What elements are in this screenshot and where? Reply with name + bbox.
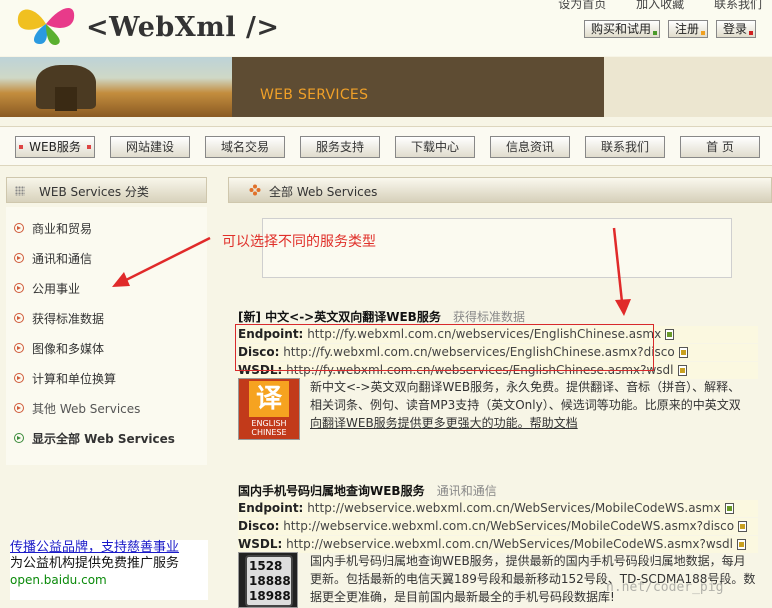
highlight-box: [235, 324, 654, 371]
set-homepage-link[interactable]: 设为首页: [558, 0, 606, 11]
category-communications[interactable]: 通讯和通信: [14, 249, 92, 267]
arrow-bullet-icon: [14, 283, 24, 293]
category-show-all[interactable]: 显示全部 Web Services: [14, 429, 175, 447]
document-icon[interactable]: [738, 521, 748, 532]
banner: WEB SERVICES: [0, 57, 772, 117]
disco-row: Disco: http://webservice.webxml.com.cn/W…: [238, 518, 758, 535]
nav-domain-trading[interactable]: 域名交易: [205, 136, 285, 158]
nav-service-support[interactable]: 服务支持: [300, 136, 380, 158]
translation-thumbnail[interactable]: 译 ENGLISH CHINESE: [238, 378, 300, 440]
desc-line: 国内手机号码归属地查询WEB服务，提供最新的国内手机号码段归属地数据，每月: [310, 554, 746, 568]
nav-home[interactable]: 首 页: [680, 136, 760, 158]
contact-link[interactable]: 联系我们: [714, 0, 762, 11]
category-business-trade[interactable]: 商业和贸易: [14, 219, 92, 237]
endpoint-url[interactable]: http://webservice.webxml.com.cn/WebServi…: [307, 501, 720, 515]
site-logo-text[interactable]: <WebXml />: [86, 12, 279, 43]
buy-trial-button[interactable]: 购买和试用: [583, 20, 660, 38]
sidebar-title: WEB Services 分类: [39, 185, 149, 199]
category-image-multimedia[interactable]: 图像和多媒体: [14, 339, 104, 357]
thumb-line2: CHINESE: [251, 428, 287, 437]
category-calculation-units[interactable]: 计算和单位换算: [14, 369, 116, 387]
disco-url[interactable]: http://webservice.webxml.com.cn/WebServi…: [283, 519, 734, 533]
login-button[interactable]: 登录: [715, 20, 756, 38]
category-public-utilities[interactable]: 公用事业: [14, 279, 80, 297]
nav-website-building[interactable]: 网站建设: [110, 136, 190, 158]
top-links: 设为首页 加入收藏 联系我们: [532, 0, 762, 12]
service-card-mobile-code: 国内手机号码归属地查询WEB服务 通讯和通信 Endpoint: http://…: [238, 482, 758, 608]
wsdl-label: WSDL:: [238, 537, 283, 551]
service-description: 新中文<->英文双向翻译WEB服务，永久免费。提供翻译、音标（拼音）、解释、 相…: [310, 378, 760, 432]
category-label: 通讯和通信: [32, 251, 93, 266]
arrow-bullet-icon: [14, 253, 24, 263]
wsdl-row: WSDL: http://webservice.webxml.com.cn/We…: [238, 536, 758, 553]
endpoint-label: Endpoint:: [238, 501, 304, 515]
add-favorite-link[interactable]: 加入收藏: [636, 0, 684, 11]
main-title: 全部 Web Services: [269, 185, 378, 199]
category-label: 计算和单位换算: [32, 371, 117, 386]
nav-contact-us[interactable]: 联系我们: [585, 136, 665, 158]
arrow-bullet-icon: [14, 313, 24, 323]
thumb-line2: 18888: [249, 574, 291, 588]
register-button[interactable]: 注册: [667, 20, 708, 38]
thumb-line1: 1528: [249, 559, 283, 573]
document-icon[interactable]: [736, 539, 746, 550]
document-icon[interactable]: [677, 365, 687, 376]
category-sidebar: 商业和贸易 通讯和通信 公用事业 获得标准数据 图像和多媒体 计算和单位换算 其…: [6, 207, 207, 465]
document-icon[interactable]: [724, 503, 734, 514]
nav-web-services[interactable]: WEB服务: [15, 136, 95, 158]
main-header: 全部 Web Services: [228, 177, 772, 203]
category-label: 获得标准数据: [32, 311, 105, 326]
top-buttons: 购买和试用 注册 登录: [583, 20, 756, 38]
banner-title: WEB SERVICES: [260, 87, 369, 103]
phone-icon: 1528 18888 18988: [245, 555, 293, 607]
document-icon[interactable]: [665, 329, 675, 340]
service-title[interactable]: 国内手机号码归属地查询WEB服务: [238, 484, 425, 498]
ad-text: 为公益机构提供免费推广服务: [10, 556, 180, 571]
service-title[interactable]: [新] 中文<->英文双向翻译WEB服务: [238, 310, 441, 324]
service-category[interactable]: 通讯和通信: [437, 484, 497, 498]
sidebar-header: WEB Services 分类: [6, 177, 207, 203]
header: <WebXml /> 设为首页 加入收藏 联系我们 购买和试用 注册 登录: [0, 0, 772, 56]
disco-label: Disco:: [238, 519, 280, 533]
thumb-line3: 18988: [249, 589, 291, 603]
phone-thumbnail[interactable]: 1528 18888 18988: [238, 552, 298, 608]
service-title-row: 国内手机号码归属地查询WEB服务 通讯和通信: [238, 482, 758, 500]
baidu-ad: 传播公益品牌，支持慈善事业 为公益机构提供免费推广服务 open.baidu.c…: [10, 540, 208, 600]
nav-download-center[interactable]: 下载中心: [395, 136, 475, 158]
endpoint-row: Endpoint: http://webservice.webxml.com.c…: [238, 500, 758, 517]
service-description: 国内手机号码归属地查询WEB服务，提供最新的国内手机号码段归属地数据，每月 更新…: [310, 552, 760, 606]
service-category[interactable]: 获得标准数据: [453, 310, 525, 324]
arrow-bullet-icon: [14, 403, 24, 413]
watermark: n.net/coder_pig: [606, 580, 724, 595]
category-label: 商业和贸易: [32, 221, 93, 236]
banner-title-panel: WEB SERVICES: [232, 57, 604, 117]
category-other[interactable]: 其他 Web Services: [14, 399, 140, 417]
wsdl-url[interactable]: http://webservice.webxml.com.cn/WebServi…: [286, 537, 733, 551]
desc-link-line[interactable]: 向翻译WEB服务提供更多更强大的功能。帮助文档: [310, 414, 760, 432]
category-label: 其他 Web Services: [32, 401, 141, 416]
annotation-text: 可以选择不同的服务类型: [222, 234, 376, 250]
ad-link[interactable]: 传播公益品牌，支持慈善事业: [10, 540, 208, 556]
arrow-bullet-icon: [14, 373, 24, 383]
thumb-char: 译: [249, 381, 289, 417]
grid-icon: [15, 186, 25, 196]
savanna-tree-image: [0, 57, 232, 117]
nav-news[interactable]: 信息资讯: [490, 136, 570, 158]
document-icon[interactable]: [678, 347, 688, 358]
ad-url[interactable]: open.baidu.com: [10, 572, 208, 588]
four-point-star-icon: [249, 184, 261, 196]
category-standard-data[interactable]: 获得标准数据: [14, 309, 104, 327]
desc-line: 相关词条、例句、读音MP3支持（英文Only）、候选词等功能。比原来的中英文双: [310, 398, 741, 412]
arrow-bullet-icon: [14, 433, 24, 443]
banner-right-panel: [604, 57, 772, 117]
arrow-bullet-icon: [14, 343, 24, 353]
main-nav: WEB服务 网站建设 域名交易 服务支持 下载中心 信息资讯 联系我们 首 页: [0, 126, 772, 166]
thumb-line1: ENGLISH: [251, 419, 287, 428]
butterfly-logo-icon[interactable]: [12, 0, 80, 46]
desc-line: 新中文<->英文双向翻译WEB服务，永久免费。提供翻译、音标（拼音）、解释、: [310, 380, 741, 394]
category-label: 公用事业: [32, 281, 81, 296]
category-label: 显示全部 Web Services: [32, 431, 175, 446]
arrow-bullet-icon: [14, 223, 24, 233]
category-label: 图像和多媒体: [32, 341, 105, 356]
